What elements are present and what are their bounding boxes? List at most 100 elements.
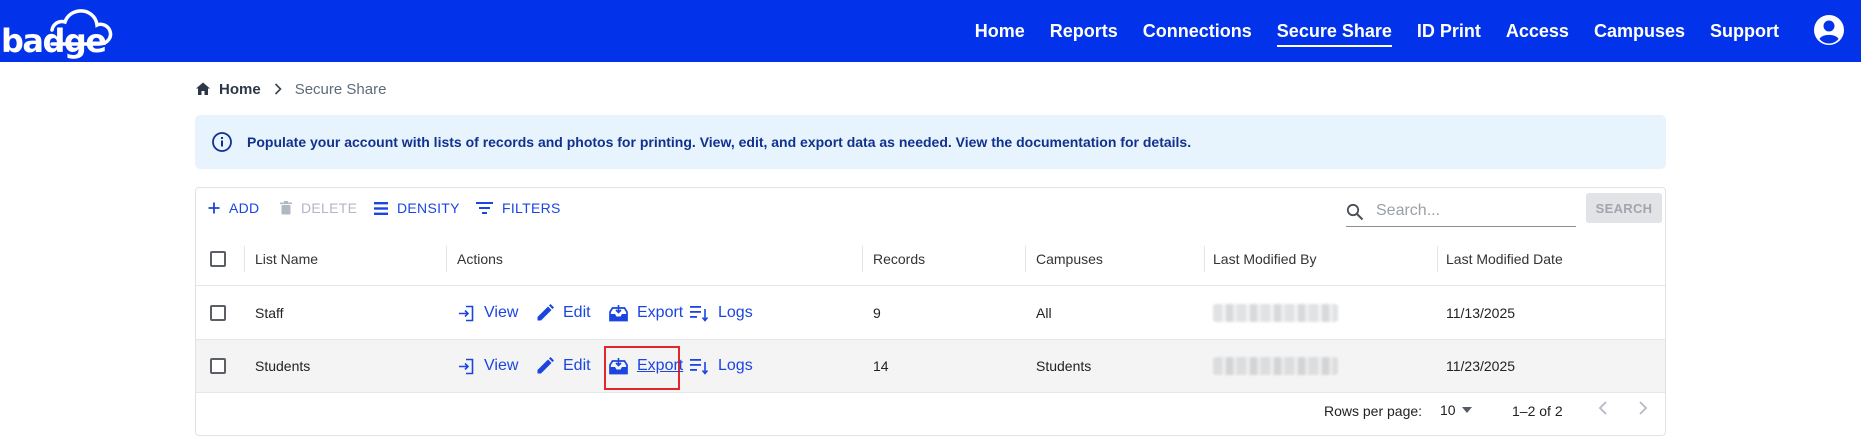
- edit-action-label: Edit: [563, 304, 591, 321]
- row-checkbox[interactable]: [210, 305, 226, 321]
- records-cell: 9: [873, 305, 881, 321]
- list-sort-icon: [690, 305, 709, 322]
- last-modified-by-cell: [1213, 287, 1338, 339]
- next-page-icon[interactable]: [1636, 400, 1650, 416]
- logs-action-label: Logs: [718, 357, 753, 374]
- lists-data-grid: ADD DELETE DENSITY FILTERS Search... SEA…: [195, 187, 1666, 436]
- export-action[interactable]: Export: [609, 287, 683, 339]
- pagination-range: 1–2 of 2: [1512, 403, 1563, 419]
- row-select-cell: [210, 340, 226, 392]
- previous-page-icon[interactable]: [1596, 400, 1610, 416]
- search-button[interactable]: SEARCH: [1586, 193, 1662, 223]
- account-button[interactable]: [1813, 14, 1845, 46]
- info-icon: [212, 132, 232, 152]
- search-icon: [1346, 203, 1364, 221]
- rows-per-page-value: 10: [1440, 402, 1456, 418]
- edit-action[interactable]: Edit: [536, 287, 591, 339]
- list-name-cell: Students: [255, 358, 311, 374]
- add-button[interactable]: ADD: [208, 200, 259, 216]
- nav-home[interactable]: Home: [975, 0, 1025, 62]
- density-icon: [374, 201, 388, 215]
- select-all-cell: [210, 233, 226, 285]
- view-action[interactable]: View: [458, 287, 518, 339]
- info-banner-text: Populate your account with lists of reco…: [247, 134, 1192, 150]
- plus-icon: [208, 202, 220, 214]
- view-action[interactable]: View: [458, 340, 518, 392]
- export-action-label: Export: [637, 304, 684, 321]
- pencil-icon: [537, 304, 554, 321]
- export-action[interactable]: Export: [609, 340, 683, 392]
- home-icon: [196, 82, 210, 95]
- nav-campuses[interactable]: Campuses: [1594, 0, 1685, 62]
- view-action-label: View: [484, 357, 519, 374]
- delete-button-label: DELETE: [301, 200, 358, 216]
- filter-lines-icon: [476, 202, 493, 214]
- nav-secure-share[interactable]: Secure Share: [1276, 0, 1392, 62]
- last-modified-by-cell: [1213, 340, 1338, 392]
- nav-connections[interactable]: Connections: [1143, 0, 1252, 62]
- grid-toolbar: ADD DELETE DENSITY FILTERS Search... SEA…: [196, 188, 1665, 228]
- campuses-cell: All: [1036, 305, 1052, 321]
- logs-action[interactable]: Logs: [690, 340, 753, 392]
- inbox-download-icon: [609, 304, 628, 321]
- delete-button[interactable]: DELETE: [280, 200, 357, 216]
- login-arrow-icon: [459, 305, 474, 321]
- view-action-label: View: [484, 304, 519, 321]
- column-header-last-modified-date[interactable]: Last Modified Date: [1446, 233, 1563, 285]
- breadcrumb-current: Secure Share: [294, 80, 387, 98]
- export-action-label: Export: [637, 357, 684, 374]
- breadcrumb: Home Secure Share: [195, 78, 386, 100]
- chevron-right-icon: [274, 83, 282, 95]
- nav-access[interactable]: Access: [1506, 0, 1569, 62]
- last-modified-date-cell: 11/13/2025: [1446, 305, 1516, 321]
- redacted-name: [1213, 304, 1338, 322]
- nav-support[interactable]: Support: [1710, 0, 1779, 62]
- list-name-cell: Staff: [255, 305, 284, 321]
- column-separator: [1025, 246, 1026, 272]
- column-separator: [446, 246, 447, 272]
- logs-action-label: Logs: [718, 304, 753, 321]
- column-header-records[interactable]: Records: [873, 233, 925, 285]
- nav-reports[interactable]: Reports: [1050, 0, 1118, 62]
- edit-action-label: Edit: [563, 357, 591, 374]
- pencil-icon: [537, 357, 554, 374]
- density-button[interactable]: DENSITY: [374, 200, 460, 216]
- table-row: Students View Edit Export Logs 14 Studen…: [196, 340, 1665, 393]
- search-field: [1346, 194, 1576, 227]
- rows-per-page-select[interactable]: 10: [1440, 402, 1472, 418]
- rows-per-page-label: Rows per page:: [1324, 403, 1423, 419]
- breadcrumb-home[interactable]: Home: [219, 81, 261, 98]
- column-header-last-modified-by[interactable]: Last Modified By: [1213, 233, 1317, 285]
- filters-button-label: FILTERS: [502, 200, 561, 216]
- inbox-download-icon: [609, 357, 628, 374]
- search-input[interactable]: [1374, 198, 1573, 224]
- row-checkbox[interactable]: [210, 358, 226, 374]
- table-header-row: List Name Actions Records Campuses Last …: [196, 233, 1665, 286]
- edit-action[interactable]: Edit: [536, 340, 591, 392]
- trash-icon: [280, 201, 292, 215]
- column-separator: [244, 246, 245, 272]
- column-header-list-name[interactable]: List Name: [255, 233, 318, 285]
- campuses-cell: Students: [1036, 358, 1092, 374]
- column-separator: [1437, 246, 1438, 272]
- table-row: Staff View Edit Export Logs 9 All 11/13/…: [196, 287, 1665, 340]
- top-nav-bar: badge Home Reports Connections Secure Sh…: [0, 0, 1861, 62]
- density-button-label: DENSITY: [397, 200, 460, 216]
- filters-button[interactable]: FILTERS: [476, 200, 561, 216]
- login-arrow-icon: [459, 358, 474, 374]
- add-button-label: ADD: [229, 200, 260, 216]
- caret-down-icon: [1461, 407, 1472, 413]
- info-banner: Populate your account with lists of reco…: [195, 115, 1666, 169]
- select-all-checkbox[interactable]: [210, 251, 226, 267]
- logs-action[interactable]: Logs: [690, 287, 753, 339]
- badge-logo[interactable]: badge: [0, 4, 115, 60]
- redacted-name: [1213, 357, 1338, 375]
- logo-text: badge: [1, 22, 107, 60]
- account-circle-icon: [1814, 15, 1844, 45]
- column-header-campuses[interactable]: Campuses: [1036, 233, 1103, 285]
- last-modified-date-cell: 11/23/2025: [1446, 358, 1516, 374]
- records-cell: 14: [873, 358, 889, 374]
- column-header-actions[interactable]: Actions: [457, 233, 503, 285]
- row-select-cell: [210, 287, 226, 339]
- nav-id-print[interactable]: ID Print: [1417, 0, 1481, 62]
